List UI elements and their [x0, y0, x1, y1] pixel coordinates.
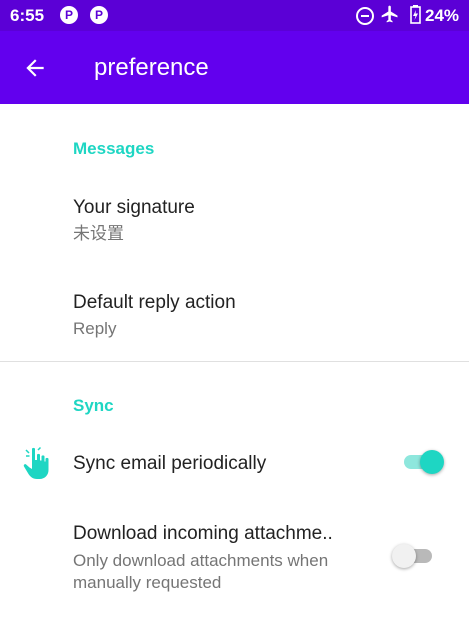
switch-thumb	[420, 450, 444, 474]
download-attachments-title: Download incoming attachme..	[73, 523, 333, 544]
signature-summary: 未设置	[73, 224, 124, 243]
sync-email-title: Sync email periodically	[73, 453, 267, 474]
app-notification-icon: P	[60, 6, 78, 24]
download-attachments-summary-line2: manually requested	[73, 573, 222, 592]
do-not-disturb-icon	[356, 7, 374, 25]
signature-title: Your signature	[73, 197, 195, 218]
battery-charging-icon	[410, 5, 421, 24]
app-bar: preference	[0, 31, 469, 104]
default-reply-title: Default reply action	[73, 292, 236, 313]
sync-email-switch[interactable]	[400, 447, 444, 477]
download-attachments-summary-line1: Only download attachments when	[73, 551, 329, 570]
back-arrow-icon[interactable]	[22, 55, 48, 81]
messages-category-header: Messages	[73, 139, 155, 158]
section-divider	[0, 361, 469, 362]
app-notification-icon: P	[90, 6, 108, 24]
airplane-mode-icon	[381, 5, 398, 23]
pointer-hand-icon	[23, 446, 49, 479]
default-reply-summary: Reply	[73, 319, 117, 338]
status-bar: 6:55 P P 24%	[0, 0, 469, 31]
sync-category-header: Sync	[73, 396, 114, 415]
download-attachments-switch[interactable]	[392, 541, 436, 571]
battery-level: 24%	[425, 6, 460, 25]
status-time: 6:55	[10, 6, 45, 25]
page-title: preference	[94, 54, 209, 81]
switch-thumb	[392, 544, 416, 568]
